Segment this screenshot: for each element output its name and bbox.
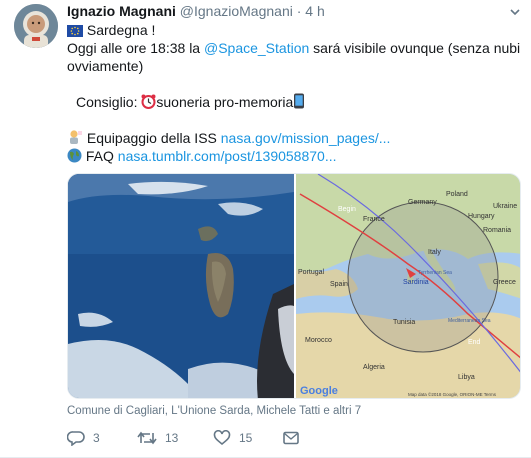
line-6: FAQ nasa.tumblr.com/post/139058870... (67, 147, 517, 165)
map-label-med: Mediterranean Sea (448, 318, 491, 324)
message-icon (283, 431, 299, 445)
map-label-portugal: Portugal (298, 269, 325, 276)
heart-icon (213, 430, 231, 446)
tweet[interactable]: Ignazio Magnani @IgnazioMagnani · 4 h Sa… (0, 0, 531, 458)
map-label-italy: Italy (428, 249, 441, 256)
map-label-tyrrhenian: Tyrrhenian Sea (418, 270, 452, 276)
reply-icon (67, 431, 85, 446)
map-label-begin: Begin (338, 206, 356, 213)
line-4b-text: suoneria pro-memoria (156, 94, 294, 110)
tweet-header: Ignazio Magnani @IgnazioMagnani · 4 h (67, 2, 325, 20)
retweet-count: 13 (165, 431, 179, 445)
line-2: Oggi alle ore 18:38 la @Space_Station sa… (67, 39, 521, 57)
retweet-icon (137, 431, 157, 445)
line-2b-text: sará visibile ovunque (senza nubi (309, 40, 521, 56)
alarm-clock-icon (141, 94, 156, 109)
eu-flag-icon (67, 25, 83, 37)
line-1: Sardegna ! (67, 21, 517, 39)
timestamp[interactable]: 4 h (305, 3, 324, 19)
reply-button[interactable]: 3 (67, 428, 100, 448)
line-4: Consiglio: suoneria pro-memoria (67, 93, 517, 111)
line-1-text: Sardegna ! (86, 22, 156, 38)
phone-icon (294, 93, 305, 109)
map-label-poland: Poland (446, 191, 468, 198)
map-attribution: Map data ©2018 Google, ORION-ME Terms (408, 391, 497, 397)
media-images: Begin France Germany Poland Ukraine Hung… (68, 174, 520, 399)
link-nasa-gov[interactable]: nasa.gov/mission_pages/... (221, 130, 391, 146)
map-label-romania: Romania (483, 227, 511, 234)
like-count: 15 (239, 431, 253, 445)
like-button[interactable]: 15 (213, 428, 252, 448)
map-label-germany: Germany (408, 199, 437, 206)
astronaut-icon (70, 130, 82, 144)
blank-line-2 (67, 111, 517, 129)
map-label-ukraine: Ukraine (493, 203, 517, 210)
line-3: ovviamente) (67, 58, 144, 74)
map-label-morocco: Morocco (305, 337, 332, 344)
map-label-hungary: Hungary (468, 213, 495, 220)
map-label-spain: Spain (330, 281, 348, 288)
action-bar: 3 13 15 (67, 428, 347, 448)
line-4-text: Consiglio: (76, 94, 142, 110)
separator: · (296, 3, 302, 19)
user-handle[interactable]: @IgnazioMagnani (180, 3, 293, 19)
display-name[interactable]: Ignazio Magnani (67, 3, 176, 19)
retweet-button[interactable]: 13 (137, 428, 178, 448)
tweet-media[interactable]: Begin France Germany Poland Ukraine Hung… (67, 173, 521, 399)
tweet-text: Sardegna ! Oggi alle ore 18:38 la @Space… (67, 21, 521, 165)
chevron-down-icon[interactable] (509, 6, 521, 18)
globe-icon (67, 148, 82, 163)
map-label-libya: Libya (458, 374, 475, 381)
map-label-greece: Greece (493, 279, 516, 286)
iss-photo[interactable] (68, 174, 294, 399)
map-label-france: France (363, 216, 385, 223)
tagged-users[interactable]: Comune di Cagliari, L'Unione Sarda, Mich… (67, 405, 361, 417)
link-nasa-tumblr[interactable]: nasa.tumblr.com/post/139058870... (118, 148, 337, 164)
line-2a-text: Oggi alle ore 18:38 la (67, 40, 204, 56)
line-5: Equipaggio della ISS nasa.gov/mission_pa… (67, 129, 517, 147)
reply-count: 3 (93, 431, 100, 445)
map-label-sardinia: Sardinia (403, 279, 429, 286)
avatar[interactable] (14, 4, 58, 48)
line-6-text: FAQ (85, 148, 118, 164)
mention-space-station[interactable]: @Space_Station (204, 40, 309, 56)
message-button[interactable] (283, 428, 299, 448)
google-logo: Google (300, 385, 338, 397)
map-label-algeria: Algeria (363, 364, 385, 371)
line-5-text: Equipaggio della ISS (86, 130, 221, 146)
map-label-tunisia: Tunisia (393, 319, 415, 326)
astronaut-avatar-icon (14, 4, 58, 48)
map-label-end: End (468, 339, 481, 346)
